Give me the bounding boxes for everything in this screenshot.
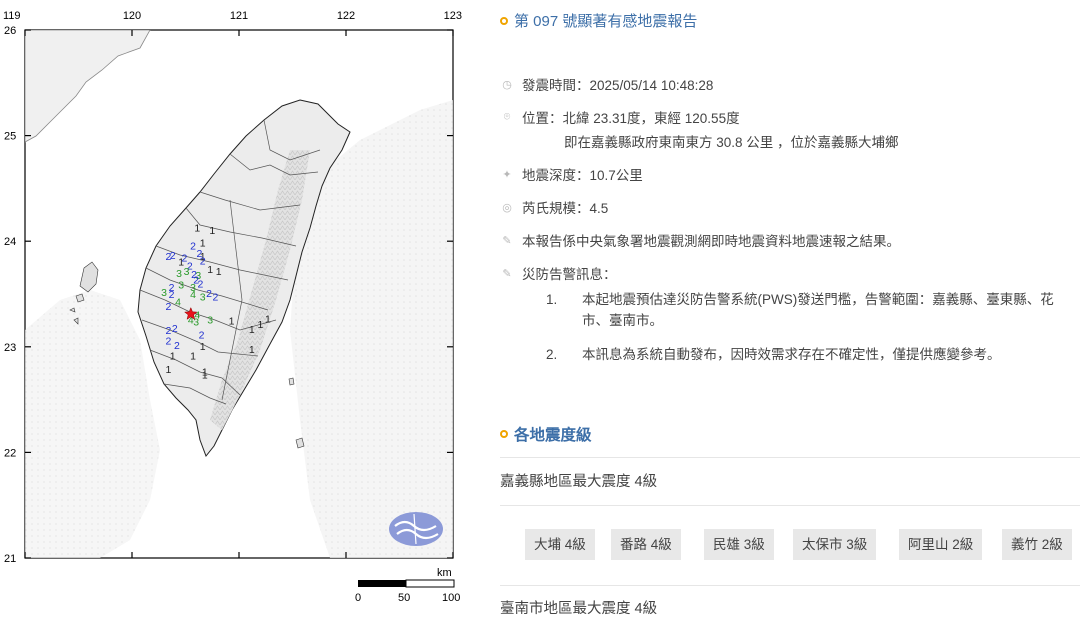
station-intensity-3: 3 (184, 266, 190, 278)
station-intensity-3: 3 (176, 268, 182, 280)
magnitude-row: ◎ 芮氏規模：4.5 (500, 197, 608, 217)
lat-label: 22 (4, 447, 16, 459)
divider (500, 585, 1080, 586)
station-intensity-1: 1 (249, 324, 255, 336)
station-intensity-4: 4 (190, 289, 196, 301)
station-intensity-2: 2 (165, 336, 171, 348)
station-intensity-3: 3 (178, 280, 184, 292)
intensity-badge: 阿里山 2級 (899, 529, 983, 560)
alert-item-1-cont: 市、臺南市。 (582, 313, 663, 328)
station-intensity-1: 1 (207, 264, 213, 276)
section-bullet-icon (500, 430, 508, 438)
station-intensity-2: 2 (213, 291, 219, 303)
location-row: ⌾ 位置：北緯 23.31度，東經 120.55度 (500, 107, 740, 127)
station-intensity-2: 2 (199, 329, 205, 341)
map-panel: 119 120 121 122 123 26 25 24 23 22 21 11122122212… (0, 0, 480, 608)
station-intensity-1: 1 (209, 225, 215, 237)
lat-label: 23 (4, 342, 16, 354)
alert-heading: 災防告警訊息： (522, 267, 617, 282)
lon-label: 122 (337, 10, 355, 22)
alert-item-2: 2. 本訊息為系統自動發布，因時效需求存在不確定性，僅提供應變參考。 (546, 347, 1001, 362)
station-intensity-3: 3 (200, 291, 206, 303)
pencil-icon: ✎ (502, 234, 512, 247)
magnitude-text: 芮氏規模：4.5 (522, 201, 609, 216)
lat-label: 24 (4, 236, 16, 248)
station-intensity-2: 2 (206, 288, 212, 300)
station-intensity-1: 1 (265, 314, 271, 326)
report-title-text: 第 097 號顯著有感地震報告 (514, 13, 698, 30)
depth-icon: ✦ (502, 168, 512, 181)
origin-time-row: ◷ 發震時間：2025/05/14 10:48:28 (500, 74, 713, 94)
report-panel: 第 097 號顯著有感地震報告 ◷ 發震時間：2025/05/14 10:48:… (500, 0, 1080, 617)
lat-label: 25 (4, 131, 16, 143)
depth-text: 地震深度：10.7公里 (522, 168, 643, 183)
clock-icon: ◷ (502, 78, 512, 91)
alert-item-1: 1. 本起地震預估達災防告警系統(PWS)發送門檻，告警範圍：嘉義縣、臺東縣、花 (546, 292, 1054, 307)
lat-label: 26 (4, 25, 16, 37)
origin-time: 發震時間：2025/05/14 10:48:28 (522, 78, 714, 93)
scale-tick-0: 0 (355, 592, 361, 604)
station-intensity-1: 1 (229, 316, 235, 328)
lon-label: 121 (230, 10, 248, 22)
lon-label: 120 (123, 10, 141, 22)
station-intensity-3: 3 (207, 315, 213, 327)
station-intensity-1: 1 (190, 350, 196, 362)
intensity-section-title: 各地震度級 (500, 423, 592, 445)
wave-icon: ◎ (502, 201, 512, 214)
intensity-badge: 民雄 3級 (704, 529, 774, 560)
station-intensity-1: 1 (202, 369, 208, 381)
divider (500, 505, 1080, 506)
source-note: 本報告係中央氣象署地震觀測網即時地震資料地震速報之結果。 (522, 234, 900, 249)
station-intensity-1: 1 (257, 319, 263, 331)
depth-row: ✦ 地震深度：10.7公里 (500, 164, 643, 184)
cwa-logo (389, 512, 443, 546)
green-island (288, 377, 295, 386)
intensity-badge: 太保市 3級 (793, 529, 877, 560)
station-intensity-1: 1 (194, 223, 200, 235)
lon-label: 119 (3, 10, 21, 22)
scale-bar: km 0 50 100 (355, 567, 460, 604)
location-text: 位置：北緯 23.31度，東經 120.55度 (522, 111, 740, 126)
station-intensity-1: 1 (165, 364, 171, 376)
title-bullet-icon (500, 16, 508, 25)
location-detail: 即在嘉義縣政府東南東方 30.8 公里 ，位於嘉義縣大埔鄉 (564, 135, 899, 150)
intensity-badge: 番路 4級 (611, 529, 681, 560)
source-row: ✎ 本報告係中央氣象署地震觀測網即時地震資料地震速報之結果。 (500, 230, 900, 250)
station-intensity-2: 2 (200, 255, 206, 267)
station-intensity-1: 1 (216, 266, 222, 278)
scale-tick-100: 100 (442, 592, 460, 604)
intensity-map[interactable]: 119 120 121 122 123 262524232221 1 1122122 21 2… (0, 0, 480, 608)
alert-heading-row: ✎ 災防告警訊息： (500, 263, 617, 283)
region-title-chiayi: 嘉義縣地區最大震度 4級 (500, 474, 658, 490)
station-intensity-3: 3 (161, 287, 167, 299)
pencil-icon: ✎ (502, 267, 512, 280)
station-intensity-2: 2 (190, 241, 196, 253)
station-intensity-4: 4 (175, 297, 181, 309)
station-intensity-1: 1 (249, 344, 255, 356)
intensity-badge: 義竹 2級 (1002, 529, 1072, 560)
location-pin-icon: ⌾ (503, 110, 511, 123)
intensity-badge: 大埔 4級 (525, 529, 595, 560)
station-intensity-1: 1 (200, 341, 206, 353)
lat-label: 21 (4, 553, 16, 565)
station-intensity-2: 2 (172, 323, 178, 335)
scale-unit: km (437, 567, 452, 579)
station-intensity-2: 2 (170, 250, 176, 262)
station-intensity-1: 1 (170, 350, 176, 362)
scale-tick-50: 50 (398, 592, 410, 604)
station-intensity-2: 2 (169, 289, 175, 301)
divider (500, 457, 1080, 458)
station-intensity-2: 2 (198, 279, 204, 291)
lon-label: 123 (444, 10, 462, 22)
station-intensity-2: 2 (165, 301, 171, 313)
report-title: 第 097 號顯著有感地震報告 (500, 10, 697, 31)
